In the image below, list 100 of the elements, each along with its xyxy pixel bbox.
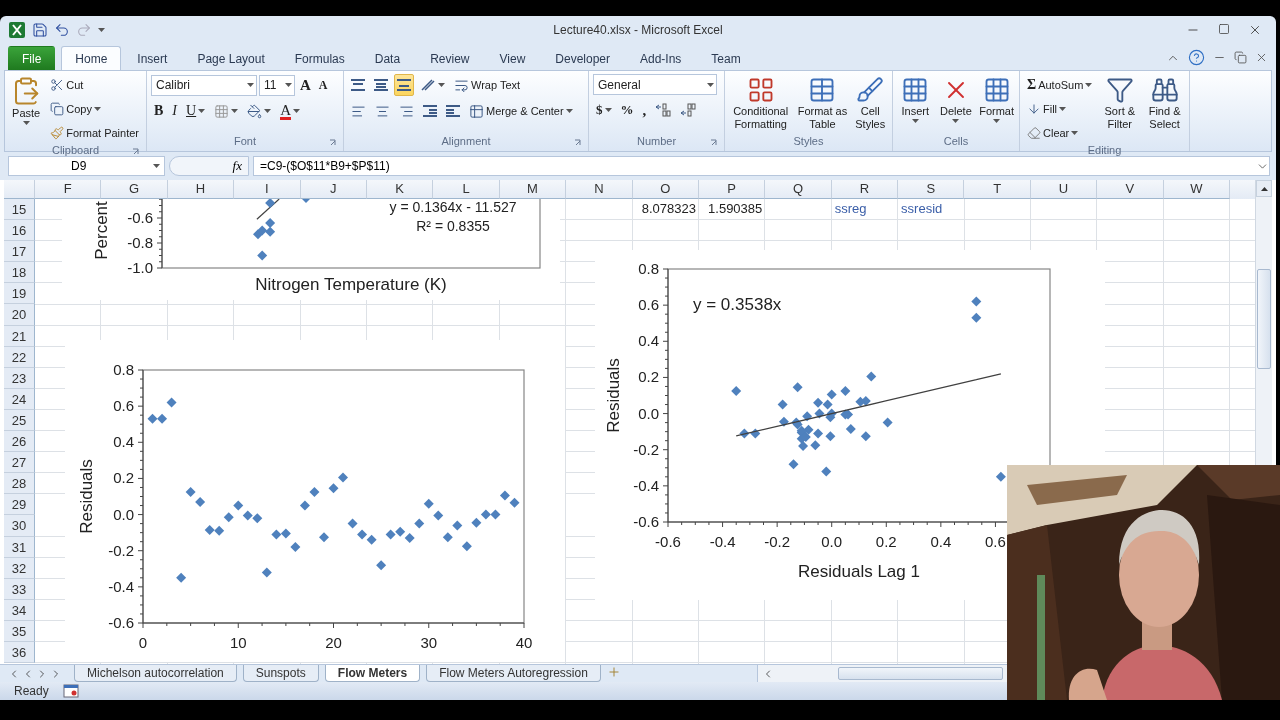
row-header[interactable]: 36 xyxy=(4,641,35,664)
column-header[interactable]: N xyxy=(566,180,633,199)
app-logo-icon[interactable] xyxy=(8,21,26,39)
styles-button[interactable]: Format as Table xyxy=(796,74,849,135)
data-point xyxy=(319,532,329,543)
tick-label: 0.0 xyxy=(113,505,134,523)
ribbon-tab[interactable]: Developer xyxy=(541,46,624,70)
insert-function-button[interactable]: fx xyxy=(169,156,249,176)
column-header[interactable]: P xyxy=(698,180,766,199)
dialog-launcher-icon[interactable] xyxy=(132,148,140,156)
row-header[interactable]: 30 xyxy=(4,515,35,537)
caret-icon xyxy=(1085,83,1093,87)
record-macro-icon[interactable] xyxy=(62,684,79,698)
row-header[interactable]: 29 xyxy=(4,494,35,516)
currency-button[interactable]: $ xyxy=(593,99,615,121)
shrink-font-button[interactable]: A xyxy=(315,74,331,96)
data-point xyxy=(328,483,339,494)
column-header[interactable]: T xyxy=(964,180,1031,199)
cells-button[interactable]: Delete xyxy=(937,74,975,135)
column-header[interactable]: O xyxy=(632,180,699,199)
row-header[interactable]: 26 xyxy=(4,431,35,453)
percent-button[interactable]: % xyxy=(617,99,637,121)
clear-button[interactable]: Clear xyxy=(1024,122,1096,144)
name-box[interactable]: D9 xyxy=(8,156,165,176)
align-lines-icon xyxy=(397,79,411,91)
row-header[interactable]: 24 xyxy=(4,388,35,410)
autosum-button[interactable]: ΣAutoSum xyxy=(1024,74,1096,96)
styles-button[interactable]: Conditional Formatting xyxy=(729,74,793,135)
column-header[interactable]: U xyxy=(1030,180,1098,199)
grow-font-button[interactable]: A xyxy=(297,74,314,96)
ribbon-tab[interactable]: Add-Ins xyxy=(626,46,696,70)
column-header[interactable]: W xyxy=(1163,180,1231,199)
column-header[interactable]: R xyxy=(831,180,899,199)
ribbon-tab[interactable]: Insert xyxy=(123,46,182,70)
row-header[interactable]: 28 xyxy=(4,473,35,495)
wrap-text-button[interactable]: Wrap Text xyxy=(451,74,524,96)
font-color-button[interactable]: A xyxy=(277,100,303,122)
italic-button[interactable]: I xyxy=(169,100,180,122)
copy-button[interactable]: Copy xyxy=(47,98,142,120)
row-header[interactable]: 18 xyxy=(4,262,35,284)
row-header[interactable]: 16 xyxy=(4,220,35,242)
align-center-icon xyxy=(375,103,390,119)
row-header[interactable]: 35 xyxy=(4,620,35,642)
column-header[interactable]: S xyxy=(898,180,965,199)
row-header[interactable]: 22 xyxy=(4,346,35,368)
editing-button[interactable]: Find & Select xyxy=(1144,74,1185,144)
dialog-launcher-icon[interactable] xyxy=(710,139,718,147)
caret-icon xyxy=(952,119,960,123)
ribbon-tab[interactable]: Team xyxy=(697,46,755,70)
row-header[interactable]: 19 xyxy=(4,283,35,305)
comma-button[interactable]: , xyxy=(639,99,650,121)
vertical-align-button[interactable] xyxy=(394,74,414,96)
ribbon-tab[interactable]: Formulas xyxy=(280,46,359,70)
sheet-tab[interactable]: Flow Meters Autoregression xyxy=(426,665,601,682)
sheet-tab[interactable]: Michelson autocorrelation xyxy=(74,665,237,682)
align-left-icon xyxy=(351,103,366,119)
styles-button[interactable]: Cell Styles xyxy=(852,74,888,135)
cut-button[interactable]: Cut xyxy=(47,74,142,96)
underline-button[interactable]: U xyxy=(183,100,209,122)
scroll-thumb[interactable] xyxy=(1257,269,1271,369)
format-painter-button[interactable]: Format Painter xyxy=(47,122,142,144)
row-header[interactable]: 21 xyxy=(4,325,35,347)
row-header[interactable]: 27 xyxy=(4,452,35,474)
ribbon-tab[interactable]: View xyxy=(485,46,540,70)
column-header[interactable]: V xyxy=(1097,180,1164,199)
tick-label: -0.2 xyxy=(764,533,791,550)
merge-center-button[interactable]: Merge & Center xyxy=(466,100,576,122)
row-header[interactable]: 23 xyxy=(4,367,35,389)
cells-button[interactable]: Format xyxy=(978,74,1015,135)
dialog-launcher-icon[interactable] xyxy=(329,139,337,147)
scroll-up-button[interactable] xyxy=(1256,180,1272,197)
ribbon-tab[interactable]: Review xyxy=(416,46,484,70)
editing-button[interactable]: Sort & Filter xyxy=(1099,74,1141,144)
font-name-field[interactable]: Calibri xyxy=(151,74,257,96)
font-size-field[interactable]: 11 xyxy=(259,74,295,96)
row-header[interactable]: 17 xyxy=(4,241,35,263)
ribbon-tab[interactable]: Data xyxy=(360,46,415,70)
dialog-launcher-icon[interactable] xyxy=(574,139,582,147)
row-header[interactable]: 31 xyxy=(4,536,35,558)
sheet-tab[interactable]: Sunspots xyxy=(242,665,319,682)
ribbon-tab[interactable]: Home xyxy=(61,46,122,70)
row-header[interactable]: 33 xyxy=(4,578,35,600)
file-tab[interactable]: File xyxy=(8,46,56,70)
data-point xyxy=(777,399,788,410)
scroll-thumb[interactable] xyxy=(838,667,1003,680)
ribbon-tab[interactable]: Page Layout xyxy=(183,46,279,70)
formula-field[interactable]: =C9-($O$11*B9+$P$11) xyxy=(253,156,1270,176)
row-header[interactable]: 32 xyxy=(4,557,35,579)
row-header[interactable]: 34 xyxy=(4,599,35,621)
data-point xyxy=(826,389,837,400)
paste-button[interactable]: Paste xyxy=(9,74,44,144)
bold-button[interactable]: B xyxy=(151,100,167,122)
cells-button[interactable]: Insert xyxy=(897,74,934,135)
row-header[interactable]: 15 xyxy=(4,199,35,221)
column-header[interactable]: Q xyxy=(765,180,832,199)
row-header[interactable]: 25 xyxy=(4,409,35,432)
number-format-field[interactable]: General xyxy=(593,74,717,95)
fill-button[interactable]: Fill xyxy=(1024,98,1096,120)
sheet-tab[interactable]: Flow Meters xyxy=(324,665,421,682)
row-header[interactable]: 20 xyxy=(4,304,35,326)
